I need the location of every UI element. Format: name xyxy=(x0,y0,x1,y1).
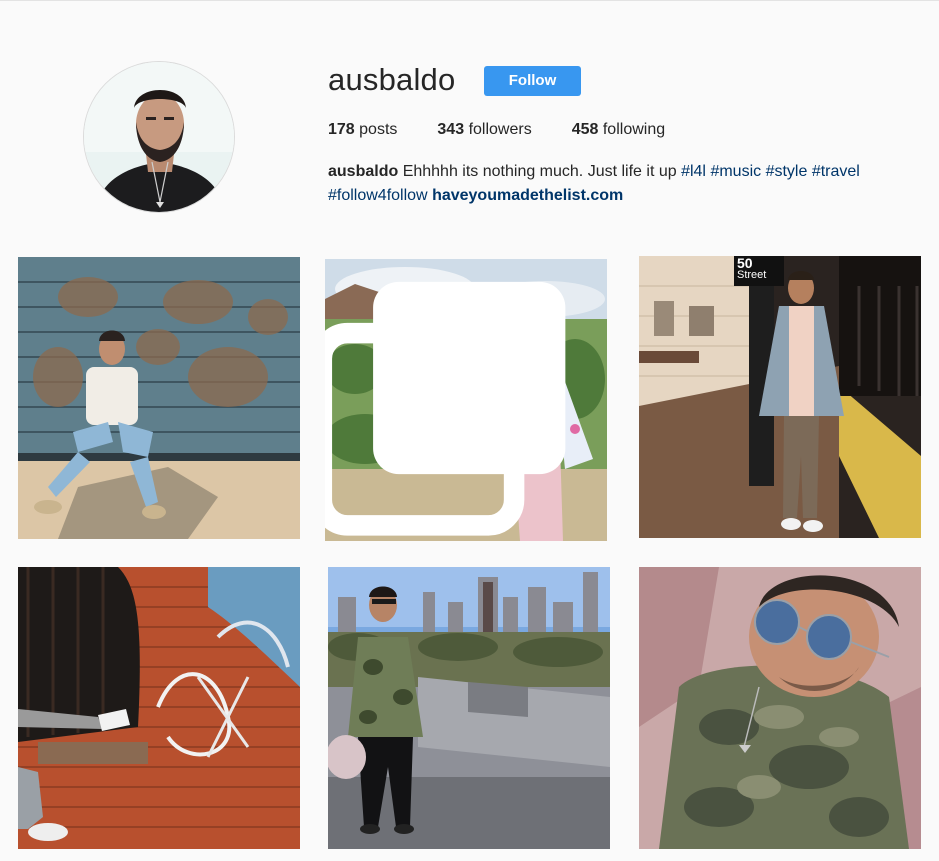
stat-followers[interactable]: 343 followers xyxy=(437,120,531,140)
profile-username: ausbaldo xyxy=(328,62,456,97)
bio-website-link[interactable]: haveyoumadethelist.com xyxy=(432,187,623,204)
followers-count: 343 xyxy=(437,121,465,138)
post-4[interactable] xyxy=(18,567,300,849)
hashtag-music[interactable]: #music xyxy=(710,163,761,180)
avatar-image xyxy=(84,62,234,212)
top-border xyxy=(0,0,939,1)
post-5-image xyxy=(328,567,610,849)
post-3[interactable]: 50 Street xyxy=(639,256,921,538)
multiple-photos-icon xyxy=(325,281,566,536)
post-5[interactable] xyxy=(328,567,610,849)
posts-label: posts xyxy=(359,121,398,138)
follow-button[interactable]: Follow xyxy=(484,66,581,96)
post-4-image xyxy=(18,567,300,849)
bio-text: Ehhhhh its nothing much. Just life it up xyxy=(402,163,677,180)
post-1[interactable] xyxy=(18,257,300,539)
profile-stats: 178 posts 343 followers 458 following xyxy=(328,120,705,140)
posts-count: 178 xyxy=(328,121,355,138)
post-2[interactable] xyxy=(325,259,607,541)
profile-bio: ausbaldo Ehhhhh its nothing much. Just l… xyxy=(328,160,908,208)
stat-posts: 178 posts xyxy=(328,120,397,140)
stat-following[interactable]: 458 following xyxy=(572,120,665,140)
hashtag-travel[interactable]: #travel xyxy=(812,163,860,180)
bio-name: ausbaldo xyxy=(328,163,399,180)
hashtag-follow4follow[interactable]: #follow4follow xyxy=(328,187,428,204)
following-count: 458 xyxy=(571,121,599,138)
street-sign-text: Street xyxy=(737,269,766,281)
post-6[interactable] xyxy=(639,567,921,849)
post-1-image xyxy=(18,257,300,539)
following-label: following xyxy=(602,121,666,138)
profile-avatar[interactable] xyxy=(83,61,235,213)
followers-label: followers xyxy=(468,121,532,138)
post-3-image: 50 Street xyxy=(639,256,921,538)
hashtag-l4l[interactable]: #l4l xyxy=(681,163,706,180)
hashtag-style[interactable]: #style xyxy=(766,163,808,180)
post-6-image xyxy=(639,567,921,849)
